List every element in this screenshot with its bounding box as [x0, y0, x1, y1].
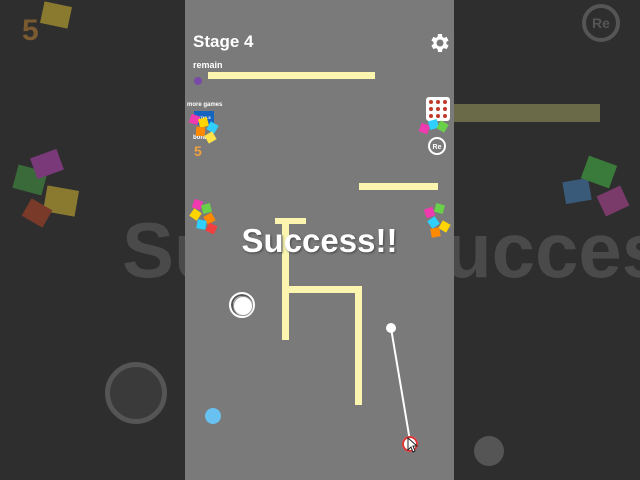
drawn-line: [386, 323, 411, 442]
background-remain-bar: [454, 104, 600, 122]
background-re-icon: Re: [582, 4, 620, 42]
background-right: Success!! Re: [454, 0, 640, 480]
game-board[interactable]: Stage 4 remain more games HTML5 bonus 5 …: [185, 0, 454, 480]
background-joystick: [105, 362, 167, 424]
background-success-text-right: Success!!: [454, 206, 640, 294]
drag-cursor-icon: [407, 437, 419, 453]
background-bonus-count-left: 5: [22, 14, 39, 47]
background-success-text-left: Success!!: [122, 206, 185, 294]
background-left: Success!! 5: [0, 0, 185, 480]
background-cube-top-left: [40, 1, 72, 29]
background-pin: [474, 436, 504, 466]
